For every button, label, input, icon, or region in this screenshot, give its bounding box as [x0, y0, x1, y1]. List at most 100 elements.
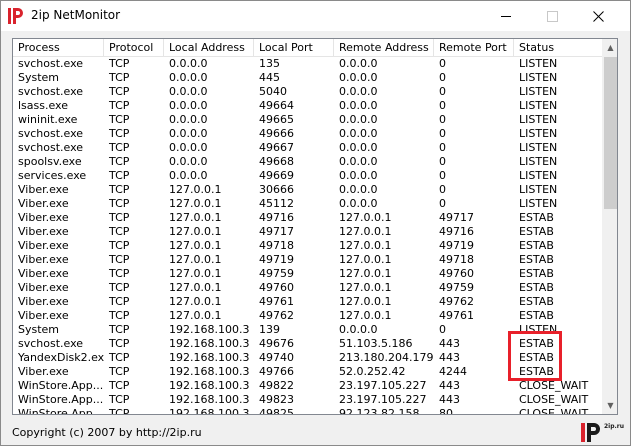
- table-cell: LISTEN: [519, 71, 558, 84]
- column-header-local-port[interactable]: Local Port: [254, 39, 334, 56]
- table-cell: 0: [439, 99, 446, 112]
- table-cell: ESTAB: [519, 225, 554, 238]
- table-cell: 80: [439, 407, 453, 415]
- table-cell: 0.0.0.0: [169, 141, 208, 154]
- table-cell: Viber.exe: [18, 239, 69, 252]
- table-cell: 192.168.100.3: [169, 323, 250, 336]
- table-cell: TCP: [109, 309, 130, 322]
- table-cell: 0.0.0.0: [339, 127, 378, 140]
- table-cell: 49667: [259, 141, 294, 154]
- table-row[interactable]: services.exe TCP 0.0.0.0 49669 0.0.0.0 0 LISTE…: [13, 169, 603, 183]
- scroll-up-button[interactable]: ▲: [602, 39, 617, 56]
- table-row[interactable]: svchost.exe TCP 0.0.0.0 49666 0.0.0.0 0 LISTEN: [13, 127, 603, 141]
- table-cell: 49823: [259, 393, 294, 406]
- table-row[interactable]: lsass.exe TCP 0.0.0.0 49664 0.0.0.0 0 LISTEN: [13, 99, 603, 113]
- close-button[interactable]: [575, 1, 621, 31]
- table-cell: 213.180.204.179: [339, 351, 434, 364]
- minimize-icon: [501, 15, 511, 17]
- table-row[interactable]: Viber.exe TCP 127.0.0.1 49717 127.0.0.1 49716…: [13, 225, 603, 239]
- table-row[interactable]: Viber.exe TCP 127.0.0.1 49718 127.0.0.1 49719…: [13, 239, 603, 253]
- column-header-process[interactable]: Process: [13, 39, 104, 56]
- table-cell: TCP: [109, 379, 130, 392]
- table-cell: WinStore.App....: [18, 407, 104, 415]
- table-row[interactable]: Viber.exe TCP 127.0.0.1 49762 127.0.0.1 49761…: [13, 309, 603, 323]
- vertical-scrollbar[interactable]: ▲ ▼: [602, 39, 617, 414]
- minimize-button[interactable]: [483, 1, 529, 31]
- table-cell: System: [18, 71, 60, 84]
- title-bar[interactable]: 2ip NetMonitor: [1, 1, 630, 31]
- table-cell: 49666: [259, 127, 294, 140]
- table-cell: TCP: [109, 71, 130, 84]
- table-cell: 49716: [439, 225, 474, 238]
- table-cell: 0: [439, 57, 446, 70]
- table-cell: 49716: [259, 211, 294, 224]
- table-cell: TCP: [109, 393, 130, 406]
- table-row[interactable]: svchost.exe TCP 0.0.0.0 5040 0.0.0.0 0 LISTEN: [13, 85, 603, 99]
- table-cell: 49760: [439, 267, 474, 280]
- table-cell: TCP: [109, 407, 130, 415]
- table-row[interactable]: System TCP 0.0.0.0 445 0.0.0.0 0 LISTEN: [13, 71, 603, 85]
- table-cell: Viber.exe: [18, 253, 69, 266]
- table-row[interactable]: WinStore.App.... TCP 192.168.100.3 49822 23.…: [13, 379, 603, 393]
- table-cell: 127.0.0.1: [339, 281, 392, 294]
- table-cell: 0.0.0.0: [169, 127, 208, 140]
- table-cell: TCP: [109, 127, 130, 140]
- table-cell: LISTEN: [519, 155, 558, 168]
- table-row[interactable]: WinStore.App.... TCP 192.168.100.3 49823 23.…: [13, 393, 603, 407]
- table-cell: Viber.exe: [18, 267, 69, 280]
- maximize-button[interactable]: [529, 1, 575, 31]
- table-cell: Viber.exe: [18, 225, 69, 238]
- table-cell: 192.168.100.3: [169, 351, 250, 364]
- table-cell: Viber.exe: [18, 309, 69, 322]
- table-cell: TCP: [109, 365, 130, 378]
- table-row[interactable]: Viber.exe TCP 127.0.0.1 49759 127.0.0.1 49760…: [13, 267, 603, 281]
- table-row[interactable]: Viber.exe TCP 127.0.0.1 49760 127.0.0.1 49759…: [13, 281, 603, 295]
- table-cell: 0.0.0.0: [339, 113, 378, 126]
- list-header: Process Protocol Local Address Local Por…: [13, 39, 603, 57]
- table-cell: 0.0.0.0: [339, 71, 378, 84]
- table-cell: 49717: [439, 211, 474, 224]
- table-cell: 49822: [259, 379, 294, 392]
- table-cell: 0.0.0.0: [339, 155, 378, 168]
- table-cell: 30666: [259, 183, 294, 196]
- table-row[interactable]: WinStore.App.... TCP 192.168.100.3 49825 92.…: [13, 407, 603, 415]
- table-cell: TCP: [109, 211, 130, 224]
- table-cell: 0: [439, 127, 446, 140]
- table-cell: 0.0.0.0: [169, 57, 208, 70]
- table-row[interactable]: Viber.exe TCP 127.0.0.1 30666 0.0.0.0 0 LISTEN: [13, 183, 603, 197]
- table-row[interactable]: Viber.exe TCP 127.0.0.1 49761 127.0.0.1 49762…: [13, 295, 603, 309]
- table-cell: TCP: [109, 197, 130, 210]
- table-cell: TCP: [109, 323, 130, 336]
- table-cell: TCP: [109, 281, 130, 294]
- copyright-text: Copyright (c) 2007 by http://2ip.ru: [12, 426, 202, 439]
- table-cell: 127.0.0.1: [169, 239, 222, 252]
- scroll-down-button[interactable]: ▼: [602, 397, 617, 414]
- table-row[interactable]: wininit.exe TCP 0.0.0.0 49665 0.0.0.0 0 LISTEN: [13, 113, 603, 127]
- table-cell: 0: [439, 141, 446, 154]
- table-cell: spoolsv.exe: [18, 155, 82, 168]
- table-cell: 0.0.0.0: [339, 169, 378, 182]
- scrollbar-thumb[interactable]: [604, 57, 617, 209]
- table-cell: svchost.exe: [18, 127, 84, 140]
- table-cell: CLOSE_WAIT: [519, 407, 589, 415]
- table-cell: ESTAB: [519, 281, 554, 294]
- table-cell: 127.0.0.1: [339, 295, 392, 308]
- table-row[interactable]: Viber.exe TCP 127.0.0.1 45112 0.0.0.0 0 LISTEN: [13, 197, 603, 211]
- column-header-status[interactable]: Status: [514, 39, 603, 56]
- table-row[interactable]: Viber.exe TCP 127.0.0.1 49716 127.0.0.1 49717…: [13, 211, 603, 225]
- column-header-remote-port[interactable]: Remote Port: [434, 39, 514, 56]
- column-header-protocol[interactable]: Protocol: [104, 39, 164, 56]
- table-cell: 0.0.0.0: [339, 99, 378, 112]
- table-row[interactable]: Viber.exe TCP 127.0.0.1 49719 127.0.0.1 49718…: [13, 253, 603, 267]
- table-cell: LISTEN: [519, 113, 558, 126]
- table-row[interactable]: spoolsv.exe TCP 0.0.0.0 49668 0.0.0.0 0 LISTEN: [13, 155, 603, 169]
- table-cell: svchost.exe: [18, 85, 84, 98]
- table-cell: 127.0.0.1: [169, 225, 222, 238]
- table-cell: 49760: [259, 281, 294, 294]
- table-row[interactable]: svchost.exe TCP 0.0.0.0 135 0.0.0.0 0 LISTEN: [13, 57, 603, 71]
- column-header-remote-address[interactable]: Remote Address: [334, 39, 434, 56]
- table-cell: LISTEN: [519, 85, 558, 98]
- table-row[interactable]: svchost.exe TCP 0.0.0.0 49667 0.0.0.0 0 LISTEN: [13, 141, 603, 155]
- table-cell: 5040: [259, 85, 287, 98]
- column-header-local-address[interactable]: Local Address: [164, 39, 254, 56]
